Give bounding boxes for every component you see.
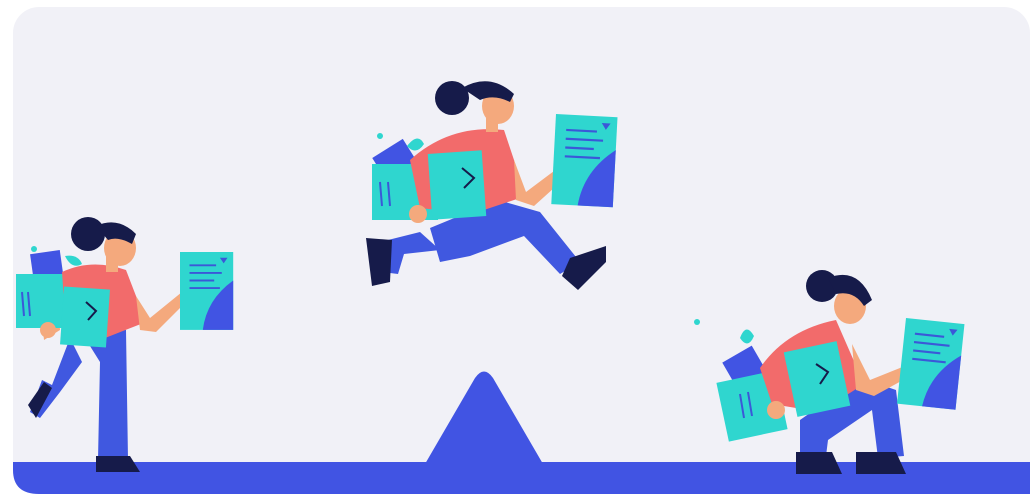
person-jumping bbox=[366, 81, 619, 290]
arrow-icon bbox=[60, 286, 110, 348]
seesaw-fulcrum bbox=[425, 371, 543, 464]
illustration bbox=[13, 81, 1030, 494]
arrow-icon bbox=[427, 150, 487, 220]
person-walking bbox=[16, 217, 235, 472]
document-icon bbox=[895, 316, 966, 411]
document-icon bbox=[179, 251, 235, 331]
document-icon bbox=[550, 112, 619, 209]
person-crouching bbox=[694, 270, 966, 474]
